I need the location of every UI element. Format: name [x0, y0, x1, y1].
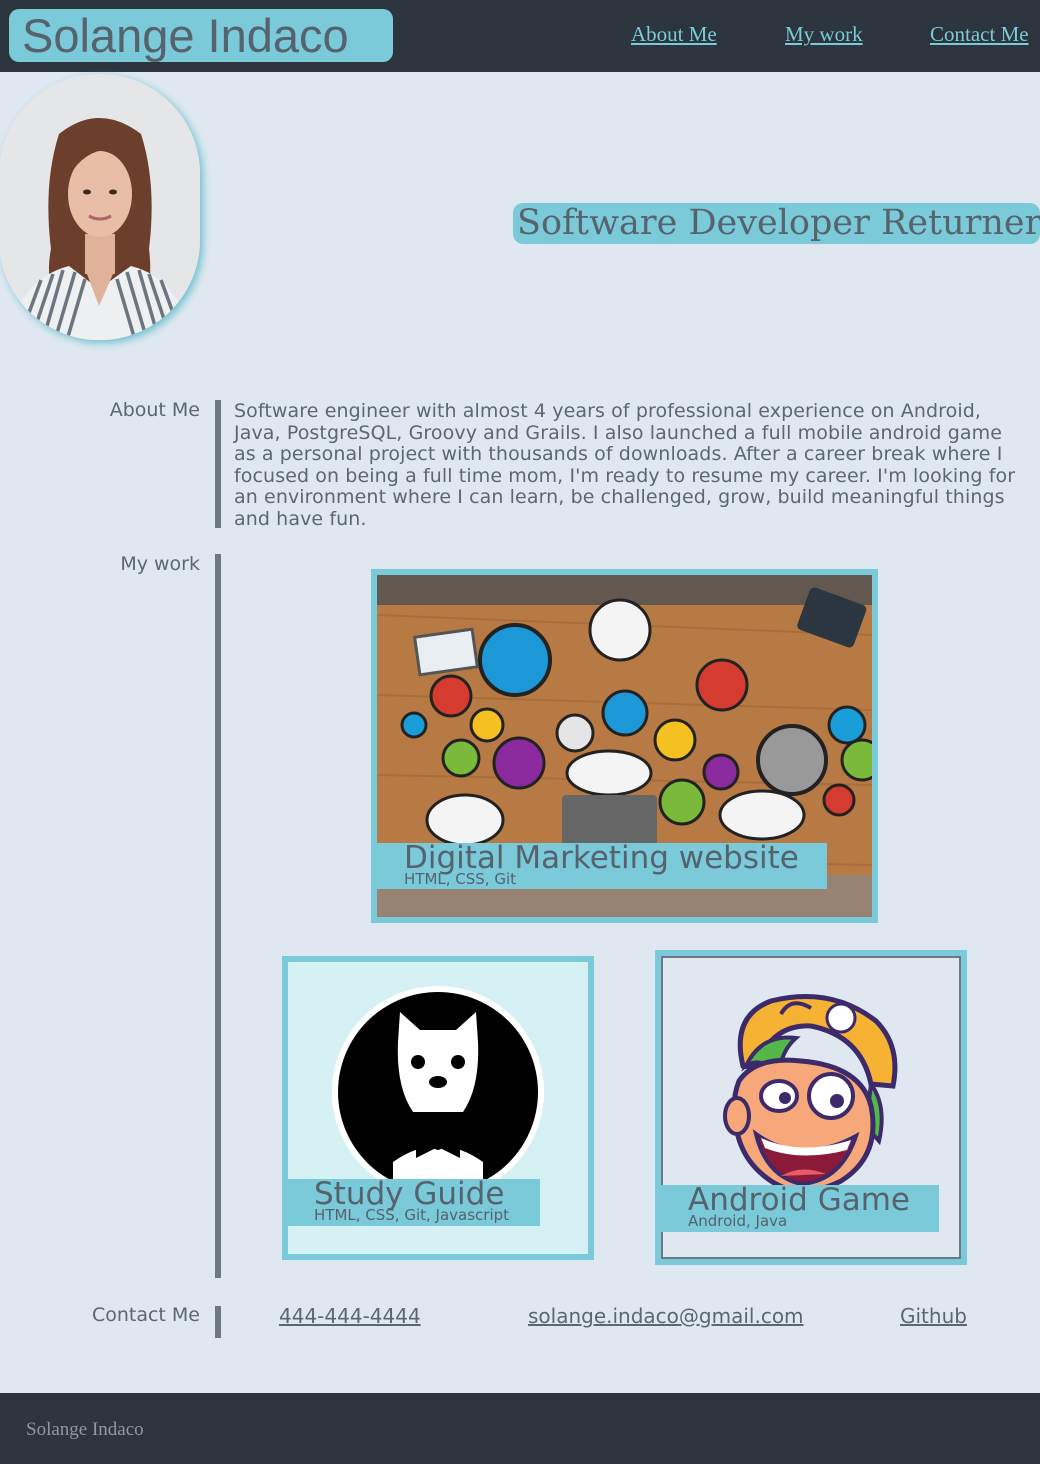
project-card-android-game[interactable]: Android Game Android, Java	[655, 950, 967, 1265]
contact-section-label: Contact Me	[91, 1304, 200, 1326]
brand-logo[interactable]: Solange Indaco	[9, 9, 393, 62]
android-game-caption: Android Game Android, Java	[661, 1185, 939, 1232]
nav-about-link[interactable]: About Me	[631, 22, 717, 47]
about-divider	[215, 400, 221, 528]
study-guide-caption: Study Guide HTML, CSS, Git, Javascript	[288, 1179, 540, 1226]
about-section-label: About Me	[109, 399, 200, 421]
project-card-study-guide[interactable]: Study Guide HTML, CSS, Git, Javascript	[282, 956, 594, 1260]
nav-contact-link[interactable]: Contact Me	[930, 22, 1029, 47]
profile-photo	[0, 74, 200, 340]
work-divider	[215, 554, 221, 1278]
digital-marketing-caption: Digital Marketing website HTML, CSS, Git	[377, 843, 827, 889]
hero-title: Software Developer Returner	[513, 203, 1040, 244]
about-text: Software engineer with almost 4 years of…	[234, 400, 1016, 530]
site-footer: Solange Indaco	[0, 1393, 1040, 1464]
footer-text: Solange Indaco	[26, 1419, 144, 1440]
contact-divider	[215, 1306, 221, 1338]
phone-link[interactable]: 444-444-4444	[279, 1304, 421, 1328]
email-link[interactable]: solange.indaco@gmail.com	[528, 1304, 804, 1328]
site-header: Solange Indaco About Me My work Contact …	[0, 0, 1040, 72]
nav-work-link[interactable]: My work	[785, 22, 863, 47]
github-link[interactable]: Github	[900, 1304, 967, 1328]
study-guide-stack: HTML, CSS, Git, Javascript	[314, 1206, 510, 1224]
work-section-label: My work	[120, 553, 200, 575]
project-card-digital-marketing[interactable]: Digital Marketing website HTML, CSS, Git	[371, 569, 878, 923]
